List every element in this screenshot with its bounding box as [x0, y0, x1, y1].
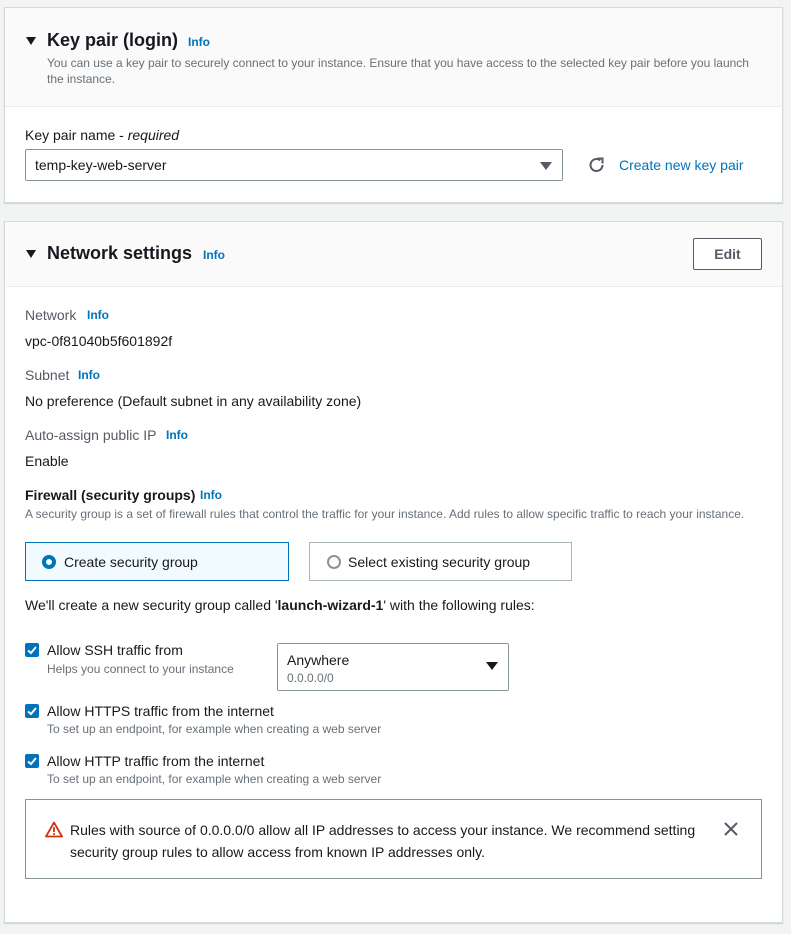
network-label: Network — [25, 307, 77, 323]
create-security-group-label: Create security group — [64, 554, 198, 570]
edit-button[interactable]: Edit — [693, 238, 762, 270]
network-header: Network settings Info Edit — [5, 222, 782, 287]
public-ip-value: Enable — [25, 453, 69, 469]
key-pair-info-link[interactable]: Info — [188, 35, 210, 49]
ssh-source-select[interactable]: Anywhere 0.0.0.0/0 — [277, 643, 509, 691]
field-label-text: Key pair name - — [25, 127, 128, 143]
public-ip-info-link[interactable]: Info — [166, 428, 188, 442]
existing-security-group-option[interactable]: Select existing security group — [309, 542, 572, 581]
subnet-value: No preference (Default subnet in any ava… — [25, 393, 362, 409]
close-icon[interactable] — [724, 822, 738, 836]
public-ip-label: Auto-assign public IP — [25, 427, 157, 443]
sg-intro-after: ' with the following rules: — [383, 597, 535, 613]
network-field-info-link[interactable]: Info — [87, 308, 109, 322]
sg-name: launch-wizard-1 — [277, 597, 384, 613]
key-pair-title: Key pair (login) — [47, 30, 179, 50]
dropdown-arrow-icon — [540, 162, 552, 170]
collapse-caret-icon[interactable] — [26, 37, 36, 45]
firewall-description: A security group is a set of firewall ru… — [25, 507, 745, 521]
warning-text-line-2: security group rules to allow access fro… — [70, 844, 486, 860]
firewall-label: Firewall (security groups) — [25, 487, 196, 503]
sg-intro-before: We'll create a new security group called… — [25, 597, 278, 613]
create-security-group-option[interactable]: Create security group — [25, 542, 289, 581]
network-title: Network settings — [47, 243, 193, 263]
warning-icon — [45, 821, 63, 838]
key-pair-header: Key pair (login) Info You can use a key … — [5, 8, 782, 107]
ssh-rule-help: Helps you connect to your instance — [47, 662, 234, 676]
radio-unselected-icon[interactable] — [327, 555, 341, 569]
ssh-source-cidr: 0.0.0.0/0 — [287, 671, 334, 685]
ssh-rule-label: Allow SSH traffic from — [47, 642, 183, 658]
existing-security-group-label: Select existing security group — [348, 554, 531, 570]
network-value: vpc-0f81040b5f601892f — [25, 333, 173, 349]
http-rule-label: Allow HTTP traffic from the internet — [47, 753, 265, 769]
network-settings-panel: Network settings Info Edit Network Info … — [4, 221, 783, 923]
ssh-checkbox[interactable] — [25, 643, 39, 657]
ssh-source-value: Anywhere — [287, 652, 350, 668]
warning-alert: Rules with source of 0.0.0.0/0 allow all… — [25, 799, 762, 879]
key-pair-selected-value: temp-key-web-server — [35, 157, 167, 173]
network-info-link[interactable]: Info — [203, 248, 225, 262]
radio-selected-icon[interactable] — [42, 555, 56, 569]
collapse-caret-icon[interactable] — [26, 250, 36, 258]
dropdown-arrow-icon — [486, 662, 498, 670]
http-rule-help: To set up an endpoint, for example when … — [47, 772, 382, 786]
key-pair-description: You can use a key pair to securely conne… — [47, 56, 749, 86]
firewall-info-link[interactable]: Info — [200, 488, 222, 502]
subnet-label: Subnet — [25, 367, 70, 383]
https-rule-help: To set up an endpoint, for example when … — [47, 722, 382, 736]
warning-text-line-1: Rules with source of 0.0.0.0/0 allow all… — [70, 822, 696, 838]
subnet-info-link[interactable]: Info — [78, 368, 100, 382]
refresh-icon[interactable] — [587, 155, 607, 175]
https-checkbox[interactable] — [25, 704, 39, 718]
key-pair-panel: Key pair (login) Info You can use a key … — [4, 7, 783, 203]
https-rule-label: Allow HTTPS traffic from the internet — [47, 703, 274, 719]
http-checkbox[interactable] — [25, 754, 39, 768]
warning-text: Rules with source of 0.0.0.0/0 allow all… — [70, 819, 695, 863]
required-text: required — [127, 127, 180, 143]
security-group-intro: We'll create a new security group called… — [25, 597, 535, 613]
key-pair-select[interactable]: temp-key-web-server — [25, 149, 563, 181]
create-key-pair-link[interactable]: Create new key pair — [619, 157, 744, 173]
key-pair-field-label: Key pair name - required — [25, 127, 179, 143]
